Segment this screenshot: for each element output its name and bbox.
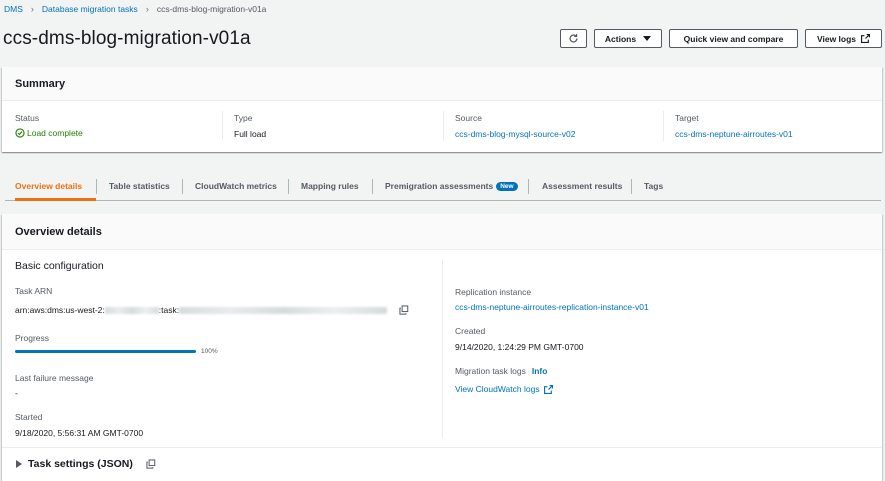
chevron-right-icon: ›: [30, 4, 34, 14]
summary-panel: Summary Status Load complete Type Full l…: [2, 67, 882, 152]
tab-cloudwatch-metrics[interactable]: CloudWatch metrics: [195, 172, 277, 200]
overview-panel: Overview details Basic configuration Tas…: [2, 214, 882, 481]
status-text: Load complete: [27, 128, 83, 138]
success-circle-icon: [15, 128, 25, 138]
actions-button[interactable]: Actions: [594, 29, 662, 48]
divider: [663, 111, 664, 141]
type-label: Type: [234, 113, 253, 123]
source-link[interactable]: ccs-dms-blog-mysql-source-v02: [455, 129, 575, 139]
target-link[interactable]: ccs-dms-neptune-airroutes-v01: [675, 129, 793, 139]
progress-percent: 100%: [201, 348, 218, 355]
task-settings-expander[interactable]: Task settings (JSON): [16, 458, 156, 470]
overview-header: Overview details: [2, 214, 882, 250]
new-badge: New: [496, 181, 518, 191]
chevron-right-icon: ›: [145, 4, 149, 14]
created-label: Created: [455, 326, 486, 336]
page-title: ccs-dms-blog-migration-v01a: [3, 28, 251, 49]
overview-title: Overview details: [15, 226, 102, 238]
caret-down-icon: [643, 35, 652, 41]
task-arn-label: Task ARN: [15, 286, 53, 296]
status-value: Load complete: [15, 128, 83, 138]
copy-icon[interactable]: [399, 305, 409, 315]
summary-header: Summary: [2, 67, 882, 101]
caret-right-icon: [16, 460, 22, 468]
actions-label: Actions: [604, 33, 637, 44]
divider: [222, 111, 223, 141]
progress-bar: [15, 350, 196, 353]
progress-bar-fill: [15, 350, 196, 353]
redacted-task-id: [179, 306, 388, 314]
last-failure-label: Last failure message: [15, 373, 94, 383]
tab-premigration-assessments[interactable]: Premigration assessments New: [385, 172, 518, 200]
target-label: Target: [675, 113, 699, 123]
refresh-button[interactable]: [560, 29, 587, 48]
breadcrumb-dms-link[interactable]: DMS: [4, 4, 23, 14]
type-value: Full load: [234, 129, 267, 139]
task-arn-value: arn:aws:dms:us-west-2: :task:: [15, 305, 409, 315]
divider: [443, 111, 444, 141]
migration-task-logs-label: Migration task logs: [455, 366, 526, 376]
breadcrumb-current: ccs-dms-blog-migration-v01a: [156, 4, 267, 14]
view-logs-button[interactable]: View logs: [805, 29, 882, 48]
started-label: Started: [15, 412, 43, 422]
copy-icon[interactable]: [146, 459, 156, 469]
breadcrumb-migration-tasks-link[interactable]: Database migration tasks: [42, 4, 138, 14]
progress-label: Progress: [15, 333, 50, 343]
external-link-icon: [861, 34, 871, 43]
quick-view-compare-button[interactable]: Quick view and compare: [669, 29, 798, 48]
last-failure-value: -: [15, 388, 18, 398]
tab-overview-details[interactable]: Overview details: [15, 172, 96, 201]
breadcrumb: DMS › Database migration tasks › ccs-dms…: [4, 3, 266, 15]
divider: [2, 447, 882, 448]
external-link-icon: [543, 384, 553, 394]
basic-config-title: Basic configuration: [15, 260, 104, 272]
tab-assessment-results[interactable]: Assessment results: [542, 172, 622, 200]
redacted-account-id: [104, 306, 159, 314]
migration-task-logs-row: Migration task logs Info: [455, 366, 547, 376]
started-value: 9/18/2020, 5:56:31 AM GMT-0700: [15, 428, 144, 438]
view-logs-label: View logs: [816, 33, 857, 44]
view-cloudwatch-logs-link[interactable]: View CloudWatch logs: [455, 384, 553, 394]
tab-bar: Overview details Table statistics CloudW…: [5, 172, 881, 201]
tab-table-statistics[interactable]: Table statistics: [109, 172, 170, 200]
replication-instance-label: Replication instance: [455, 287, 532, 297]
summary-title: Summary: [15, 78, 66, 90]
tab-tags[interactable]: Tags: [644, 172, 663, 200]
quick-view-label: Quick view and compare: [683, 33, 784, 44]
status-label: Status: [15, 113, 40, 123]
created-value: 9/14/2020, 1:24:29 PM GMT-0700: [455, 342, 584, 352]
tab-mapping-rules[interactable]: Mapping rules: [301, 172, 359, 200]
divider: [442, 260, 443, 438]
task-settings-label: Task settings (JSON): [28, 458, 133, 470]
replication-instance-link[interactable]: ccs-dms-neptune-airroutes-replication-in…: [455, 302, 649, 312]
refresh-icon: [569, 34, 578, 43]
info-link[interactable]: Info: [532, 366, 548, 376]
source-label: Source: [455, 113, 482, 123]
